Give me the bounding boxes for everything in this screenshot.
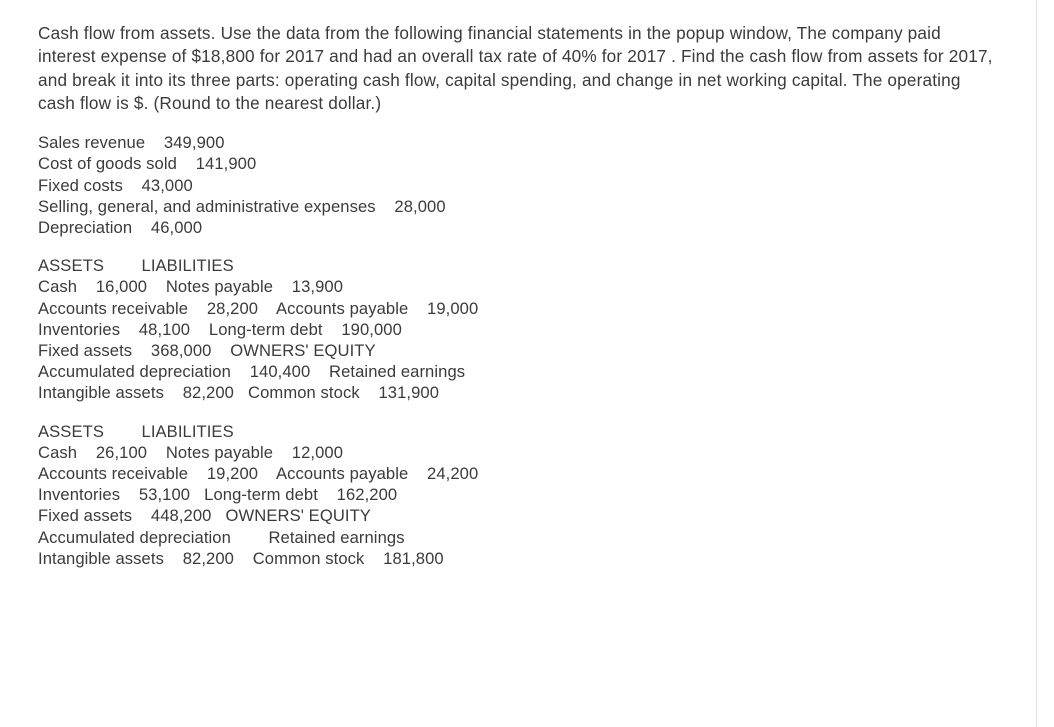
pane-divider <box>1036 0 1037 727</box>
balance-sheet-2-line: Accounts receivable 19,200 Accounts paya… <box>38 464 479 484</box>
balance-sheet-1-line: Accumulated depreciation 140,400 Retaine… <box>38 362 466 382</box>
income-statement-block: Sales revenue 349,900 Cost of goods sold… <box>38 132 1012 238</box>
income-statement-line: Cost of goods sold 141,900 <box>38 154 257 174</box>
balance-sheet-2-line: Accumulated depreciation Retained earnin… <box>38 527 405 547</box>
income-statement-line: Fixed costs 43,000 <box>38 175 193 195</box>
balance-sheet-1-line: Cash 16,000 Notes payable 13,900 <box>38 277 344 297</box>
balance-sheet-1-line: ASSETS LIABILITIES <box>38 256 234 276</box>
balance-sheet-2-line: Fixed assets 448,200 OWNERS' EQUITY <box>38 506 371 526</box>
balance-sheet-2-line: Inventories 53,100 Long-term debt 162,20… <box>38 485 398 505</box>
income-statement-line: Selling, general, and administrative exp… <box>38 196 446 216</box>
balance-sheet-block-1: ASSETS LIABILITIES Cash 16,000 Notes pay… <box>38 255 1012 403</box>
balance-sheet-1-line: Fixed assets 368,000 OWNERS' EQUITY <box>38 341 376 361</box>
problem-content-pane: Cash flow from assets. Use the data from… <box>0 0 1036 727</box>
income-statement-line: Sales revenue 349,900 <box>38 133 225 153</box>
income-statement-line: Depreciation 46,000 <box>38 218 203 237</box>
balance-sheet-1-line: Inventories 48,100 Long-term debt 190,00… <box>38 319 402 339</box>
balance-sheet-2-line: Intangible assets 82,200 Common stock 18… <box>38 548 444 568</box>
balance-sheet-2-line: ASSETS LIABILITIES <box>38 421 234 441</box>
balance-sheet-1-line: Intangible assets 82,200 Common stock 13… <box>38 383 440 403</box>
balance-sheet-1-line: Accounts receivable 28,200 Accounts paya… <box>38 298 479 318</box>
problem-statement: Cash flow from assets. Use the data from… <box>38 23 993 113</box>
balance-sheet-2-line: Cash 26,100 Notes payable 12,000 <box>38 442 344 462</box>
balance-sheet-block-2: ASSETS LIABILITIES Cash 26,100 Notes pay… <box>38 421 1012 569</box>
